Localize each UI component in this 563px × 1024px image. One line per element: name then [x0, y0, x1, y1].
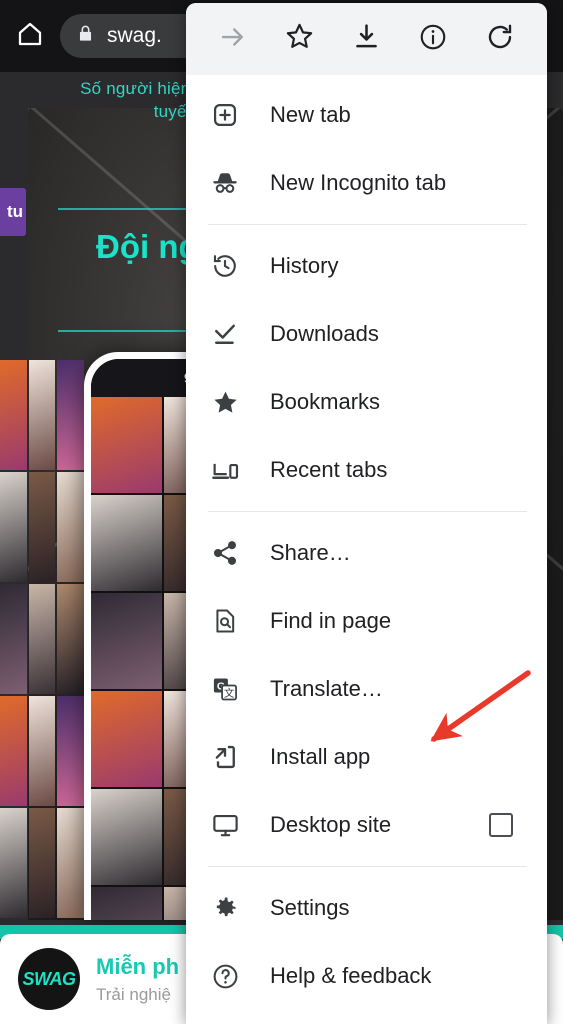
- menu-item-new-incognito-tab[interactable]: New Incognito tab: [186, 149, 547, 217]
- photo-thumbnail: [0, 472, 27, 582]
- forward-icon: [218, 22, 248, 57]
- swag-logo: SWAG: [18, 948, 80, 1010]
- download-icon: [352, 22, 381, 56]
- photo-thumbnail: [28, 808, 56, 918]
- photo-thumbnail: [28, 472, 56, 582]
- menu-item-downloads[interactable]: Downloads: [186, 300, 547, 368]
- incognito-icon: [208, 166, 242, 200]
- page-info-icon: [418, 22, 448, 57]
- banner-title: Miễn ph: [96, 953, 180, 979]
- photo-thumbnail: [57, 360, 84, 470]
- menu-item-help-feedback[interactable]: Help & feedback: [186, 942, 547, 1010]
- page-info-button[interactable]: [409, 15, 457, 63]
- menu-item-install-app[interactable]: Install app: [186, 723, 547, 791]
- downloads-icon: [208, 317, 242, 351]
- bookmark-star-icon: [284, 21, 315, 57]
- menu-label: History: [270, 253, 339, 278]
- menu-item-bookmarks[interactable]: Bookmarks: [186, 368, 547, 436]
- install-app-icon: [208, 740, 242, 774]
- desktop-site-icon: [208, 808, 242, 842]
- desktop-site-checkbox[interactable]: [489, 813, 513, 837]
- menu-divider: [208, 511, 527, 512]
- menu-label: Bookmarks: [270, 389, 381, 414]
- photo-thumbnail: [91, 691, 162, 787]
- photo-thumbnail: [57, 808, 84, 918]
- new-tab-icon: [208, 98, 242, 132]
- photo-thumbnail: [0, 584, 27, 694]
- menu-item-find-in-page[interactable]: Find in page: [186, 587, 547, 655]
- photo-thumbnail: [0, 696, 27, 806]
- menu-label: Find in page: [270, 608, 392, 633]
- photo-thumbnail: [57, 472, 84, 582]
- menu-item-share[interactable]: Share…: [186, 519, 547, 587]
- photo-thumbnail: [0, 808, 27, 918]
- lock-icon: [76, 24, 95, 48]
- menu-label: Help & feedback: [270, 963, 432, 988]
- menu-label: Install app: [270, 744, 371, 769]
- left-thumbnail-strip: [0, 360, 84, 920]
- photo-thumbnail: [28, 584, 56, 694]
- menu-label: New Incognito tab: [270, 170, 447, 195]
- bookmarks-star-icon: [208, 385, 242, 419]
- translate-icon: G 文: [208, 672, 242, 706]
- help-icon: [208, 959, 242, 993]
- menu-divider: [208, 866, 527, 867]
- reload-button[interactable]: [476, 15, 524, 63]
- chrome-overflow-menu: New tab New Incognito tab History Downlo…: [186, 3, 547, 1024]
- menu-divider: [208, 224, 527, 225]
- menu-item-settings[interactable]: Settings: [186, 874, 547, 942]
- reload-icon: [485, 22, 515, 57]
- photo-thumbnail: [91, 789, 162, 885]
- forward-button[interactable]: [209, 15, 257, 63]
- photo-thumbnail: [28, 360, 56, 470]
- menu-label: Desktop site: [270, 812, 392, 837]
- banner-text: Miễn ph Trải nghiệ: [96, 954, 179, 1005]
- menu-quick-actions: [186, 3, 547, 75]
- menu-item-history[interactable]: History: [186, 232, 547, 300]
- history-icon: [208, 249, 242, 283]
- menu-item-translate[interactable]: G 文 Translate…: [186, 655, 547, 723]
- menu-item-recent-tabs[interactable]: Recent tabs: [186, 436, 547, 504]
- photo-thumbnail: [57, 696, 84, 806]
- screenshot-root: 9:41 Số người hiện đang trực tuyến Đội n…: [0, 0, 563, 1024]
- share-icon: [208, 536, 242, 570]
- menu-label: New tab: [270, 102, 351, 127]
- photo-thumbnail: [28, 696, 56, 806]
- download-page-button[interactable]: [342, 15, 390, 63]
- find-in-page-icon: [208, 604, 242, 638]
- url-text: swag.: [107, 24, 162, 47]
- menu-label: Settings: [270, 895, 350, 920]
- svg-text:文: 文: [224, 686, 235, 699]
- menu-label: Downloads: [270, 321, 379, 346]
- menu-item-desktop-site[interactable]: Desktop site: [186, 791, 547, 859]
- menu-item-list: New tab New Incognito tab History Downlo…: [186, 75, 547, 1010]
- photo-thumbnail: [91, 397, 162, 493]
- recent-tabs-icon: [208, 453, 242, 487]
- menu-label: Translate…: [270, 676, 383, 701]
- photo-thumbnail: [57, 584, 84, 694]
- gear-icon: [208, 891, 242, 925]
- photo-thumbnail: [91, 887, 162, 920]
- photo-thumbnail: [91, 495, 162, 591]
- menu-item-new-tab[interactable]: New tab: [186, 81, 547, 149]
- bookmark-button[interactable]: [276, 15, 324, 63]
- side-badge: tu: [0, 188, 26, 236]
- photo-thumbnail: [91, 593, 162, 689]
- home-icon: [15, 19, 45, 54]
- banner-subtitle: Trải nghiệ: [96, 984, 171, 1004]
- menu-label: Recent tabs: [270, 457, 388, 482]
- home-button[interactable]: [0, 19, 60, 54]
- photo-thumbnail: [0, 360, 27, 470]
- menu-label: Share…: [270, 540, 351, 565]
